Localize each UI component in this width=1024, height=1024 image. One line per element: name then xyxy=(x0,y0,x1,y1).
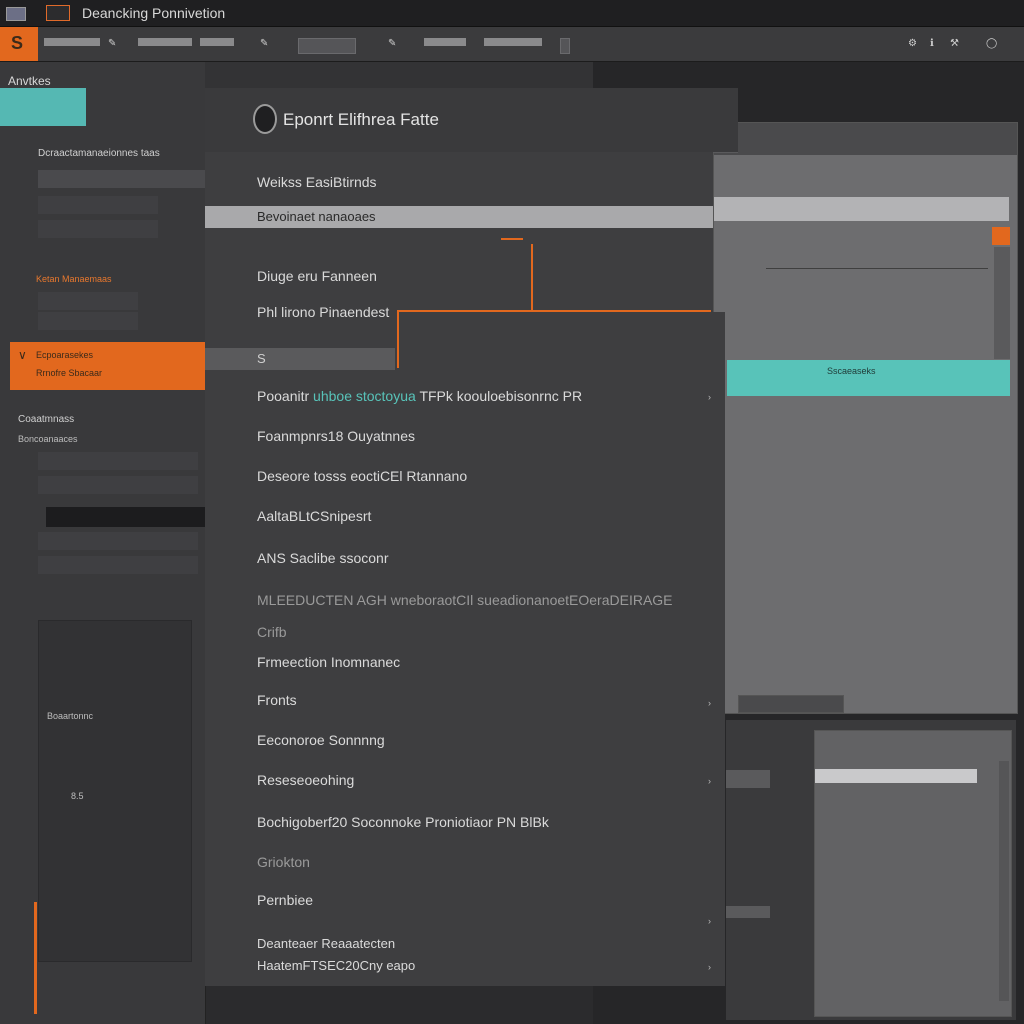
list-row[interactable] xyxy=(38,196,158,214)
dialog-item[interactable]: Diuge eru Fanneen xyxy=(257,268,377,284)
section-title: Dcraactamanaeionnes taas xyxy=(38,148,160,159)
arrow-icon: › xyxy=(708,916,711,926)
right-bottom-area xyxy=(726,720,1016,1020)
dialog-item[interactable]: Eeconoroe Sonnnng xyxy=(257,732,385,748)
dialog-item[interactable]: Fronts xyxy=(257,692,297,708)
list-row[interactable] xyxy=(38,532,198,550)
selected-label: S xyxy=(257,351,266,366)
toolbar-item-4[interactable] xyxy=(424,38,466,46)
document-icon xyxy=(46,5,70,21)
selected-item-label: Ecpoarasekes xyxy=(36,350,94,360)
dialog-item-selected[interactable]: S xyxy=(205,348,395,370)
right-panel xyxy=(713,122,1018,714)
orange-indicator xyxy=(34,902,37,1014)
teal-selected-bar[interactable]: Sscaeaseks xyxy=(727,360,1010,396)
orange-guide xyxy=(397,310,711,312)
right-panel-button[interactable] xyxy=(738,695,844,713)
right-panel-header xyxy=(714,123,1017,155)
scrollbar[interactable] xyxy=(999,761,1009,1001)
toolbar-toggle[interactable] xyxy=(560,38,570,54)
selected-list-item[interactable]: ∨ Ecpoarasekes Rrnofre Sbacaar xyxy=(10,342,205,390)
right-panel-field[interactable] xyxy=(714,197,1009,221)
dialog-item-pooanitr[interactable]: Pooanitr uhboe stoctoyua TFPk koouloebis… xyxy=(257,388,582,404)
settings-icon[interactable]: ⚙ xyxy=(908,38,917,49)
toolbar: S ✎ ✎ ✎ ⚙ ℹ ⚒ ◯ xyxy=(0,27,1024,62)
sub-number: 8.5 xyxy=(71,791,84,801)
list-row[interactable] xyxy=(38,476,198,494)
dialog-item-highlighted[interactable]: Bevoinaet nanaoaes xyxy=(205,206,713,228)
center-column-top xyxy=(205,62,595,90)
dialog-header: Eponrt Elifhrea Fatte xyxy=(205,88,738,153)
arrow-icon: › xyxy=(708,698,711,708)
dialog-item[interactable]: Deseore tosss eoctiCEl Rtannano xyxy=(257,468,467,484)
panel-header: Anvtkes xyxy=(8,74,51,88)
teal-bar-label: Sscaeaseks xyxy=(827,366,876,376)
app-icon xyxy=(253,104,277,134)
dialog-item[interactable]: Foanmpnrs18 Ouyatnnes xyxy=(257,428,415,444)
app-logo-icon[interactable]: S xyxy=(0,27,38,61)
dialog-title: Eponrt Elifhrea Fatte xyxy=(283,110,439,129)
arrow-icon: › xyxy=(708,392,711,402)
title-bar: Deancking Ponnivetion xyxy=(0,0,1024,27)
brush-icon[interactable]: ✎ xyxy=(260,38,268,49)
dialog-body-top: Weikss EasiBtirnds Bevoinaet nanaoaes Di… xyxy=(205,152,713,312)
dialog-item[interactable]: AaltaBLtCSnipesrt xyxy=(257,508,371,524)
window-title: Deancking Ponnivetion xyxy=(82,5,226,21)
dialog-item[interactable]: Phl lirono Pinaendest xyxy=(257,304,389,320)
orange-guide xyxy=(531,244,533,310)
dialog-item[interactable]: Griokton xyxy=(257,854,310,870)
dialog-item[interactable]: Reseseoeohing xyxy=(257,772,354,788)
scrollbar[interactable] xyxy=(994,247,1010,359)
arrow-icon: › xyxy=(708,776,711,786)
highlighted-label: Bevoinaet nanaoaes xyxy=(257,209,376,224)
window-icon[interactable] xyxy=(6,7,26,21)
orange-guide xyxy=(397,310,399,368)
lower-sub: Boncoanaaces xyxy=(18,434,78,444)
toolbar-item-2[interactable] xyxy=(138,38,192,46)
sub-panel: Boaartonnc 8.5 xyxy=(38,620,192,962)
toolbar-item-3[interactable] xyxy=(200,38,234,46)
dialog-item[interactable]: HaatemFTSEC20Cny eapo xyxy=(257,958,415,973)
right-bottom-panel xyxy=(814,730,1012,1017)
dialog-body: Phl lirono Pinaendest S Pooanitr uhboe s… xyxy=(205,304,725,986)
toolbar-item-1[interactable] xyxy=(44,38,100,46)
teal-tab[interactable] xyxy=(0,88,86,126)
dialog-item[interactable]: ANS Saclibe ssoconr xyxy=(257,550,389,566)
orange-guide xyxy=(501,238,523,240)
list-row[interactable] xyxy=(38,220,158,238)
list-row[interactable] xyxy=(38,556,198,574)
export-dialog: Eponrt Elifhrea Fatte Weikss EasiBtirnds… xyxy=(205,88,738,986)
orange-section-header: Ketan Manaemaas xyxy=(36,274,112,284)
chevron-down-icon: ∨ xyxy=(18,348,27,362)
list-row[interactable] xyxy=(38,170,205,188)
lower-header: Coaatmnass xyxy=(18,414,75,425)
dialog-item[interactable]: MLEEDUCTEN AGH wneboraotCIl sueadionanoe… xyxy=(257,592,673,608)
selected-item-sub: Rrnofre Sbacaar xyxy=(36,368,103,378)
info-icon[interactable]: ℹ xyxy=(930,38,934,49)
right-bottom-field[interactable] xyxy=(815,769,977,783)
dialog-item[interactable]: Crifb xyxy=(257,624,287,640)
list-row[interactable] xyxy=(38,292,138,310)
list-row[interactable] xyxy=(38,452,198,470)
dialog-item[interactable]: Deanteaer Reaaatecten xyxy=(257,936,395,951)
toolbar-button[interactable] xyxy=(298,38,356,54)
pen-icon[interactable]: ✎ xyxy=(108,38,116,49)
dialog-item[interactable]: Pernbiee xyxy=(257,892,313,908)
dialog-item[interactable]: Bochigoberf20 Soconnoke Proniotiaor PN B… xyxy=(257,814,549,830)
tools-icon[interactable]: ⚒ xyxy=(950,38,959,49)
sub-header: Boaartonnc xyxy=(47,711,94,721)
pencil-icon[interactable]: ✎ xyxy=(388,38,396,49)
progress-bar xyxy=(46,507,205,527)
dialog-item[interactable]: Frmeection Inomnanec xyxy=(257,654,400,670)
list-row[interactable] xyxy=(38,312,138,330)
arrow-icon: › xyxy=(708,962,711,972)
left-panel: Anvtkes Dcraactamanaeionnes taas Ketan M… xyxy=(0,62,206,1024)
dialog-item[interactable]: Weikss EasiBtirnds xyxy=(257,174,377,190)
toolbar-item-5[interactable] xyxy=(484,38,542,46)
divider xyxy=(766,268,988,269)
help-icon[interactable]: ◯ xyxy=(986,38,997,49)
orange-marker[interactable] xyxy=(992,227,1010,245)
